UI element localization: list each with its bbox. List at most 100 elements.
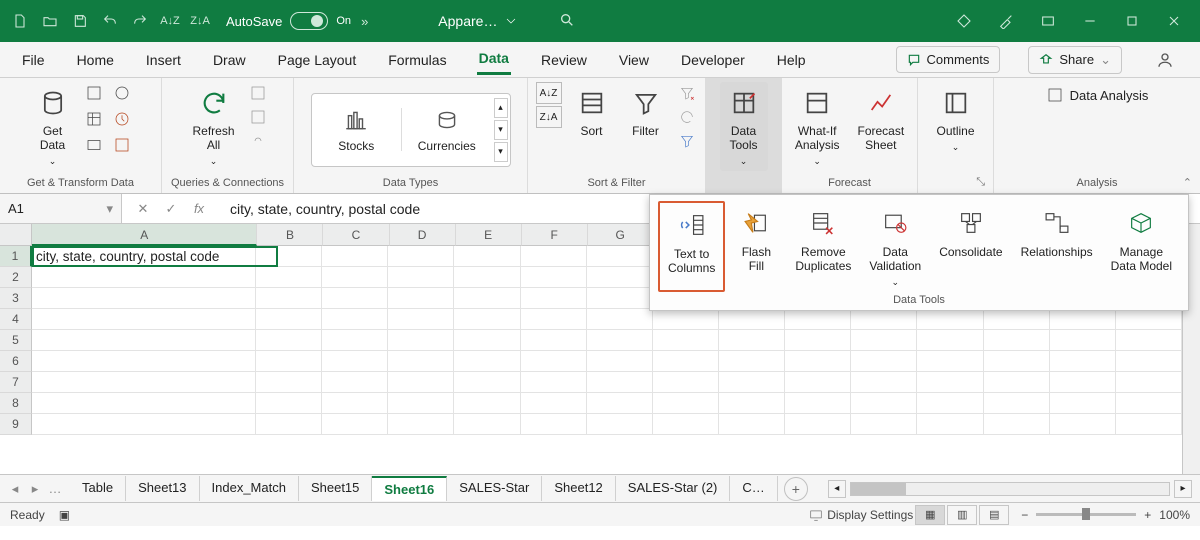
cell[interactable] <box>256 393 322 414</box>
cell[interactable] <box>454 267 520 288</box>
sheet-tab[interactable]: C… <box>730 476 777 501</box>
gallery-scroll[interactable]: ▴▾▾ <box>492 94 510 166</box>
toggle-icon[interactable] <box>290 12 328 30</box>
cell[interactable] <box>1116 414 1182 435</box>
from-table-icon[interactable] <box>83 108 105 130</box>
cell[interactable] <box>256 288 322 309</box>
cell[interactable] <box>256 414 322 435</box>
cell[interactable] <box>587 372 653 393</box>
next-sheet-icon[interactable]: ▸ <box>26 481 44 497</box>
cell[interactable] <box>32 288 256 309</box>
cell[interactable] <box>719 393 785 414</box>
cell[interactable] <box>851 330 917 351</box>
data-analysis-button[interactable]: Data Analysis <box>1046 86 1149 104</box>
sort-button[interactable]: Sort <box>568 82 616 142</box>
cell[interactable] <box>454 414 520 435</box>
sheet-tab[interactable]: Sheet15 <box>299 476 372 501</box>
sort-desc-button[interactable]: Z↓A <box>536 106 562 128</box>
zoom-slider[interactable] <box>1036 513 1136 516</box>
tab-review[interactable]: Review <box>539 46 589 74</box>
cell[interactable] <box>322 414 388 435</box>
cell[interactable] <box>984 372 1050 393</box>
cell[interactable] <box>388 246 454 267</box>
cell[interactable] <box>653 309 719 330</box>
cell[interactable] <box>32 351 256 372</box>
cell[interactable] <box>1116 393 1182 414</box>
sheet-tab[interactable]: Sheet16 <box>372 476 447 501</box>
dialog-launcher-icon[interactable]: ⤡ <box>976 176 985 189</box>
collab-icon[interactable] <box>1150 45 1180 75</box>
cell[interactable] <box>1050 351 1116 372</box>
row-header[interactable]: 2 <box>0 267 32 288</box>
cell[interactable] <box>388 393 454 414</box>
cell[interactable] <box>719 414 785 435</box>
cell[interactable] <box>785 372 851 393</box>
queries-icon[interactable] <box>247 82 269 104</box>
cell[interactable] <box>984 330 1050 351</box>
cell[interactable] <box>587 288 653 309</box>
cell[interactable] <box>388 309 454 330</box>
display-settings-button[interactable]: Display Settings <box>809 508 913 522</box>
tab-view[interactable]: View <box>617 46 651 74</box>
cell[interactable] <box>521 393 587 414</box>
cell[interactable] <box>719 372 785 393</box>
cell[interactable] <box>984 393 1050 414</box>
row-header[interactable]: 6 <box>0 351 32 372</box>
sheet-nav-more[interactable]: … <box>46 481 64 497</box>
cell[interactable] <box>917 351 983 372</box>
document-name[interactable]: Appare… <box>438 13 519 29</box>
zoom-in-icon[interactable]: + <box>1144 508 1151 522</box>
cell[interactable] <box>388 372 454 393</box>
cell[interactable] <box>1050 330 1116 351</box>
tab-page-layout[interactable]: Page Layout <box>276 46 359 74</box>
page-break-view-icon[interactable]: ▤ <box>979 505 1009 525</box>
cell[interactable] <box>388 414 454 435</box>
cell[interactable] <box>454 246 520 267</box>
cell[interactable] <box>917 330 983 351</box>
column-header[interactable]: A <box>32 224 257 246</box>
cell[interactable] <box>521 330 587 351</box>
cell[interactable] <box>388 351 454 372</box>
horizontal-scrollbar[interactable]: ◂ ▸ <box>820 480 1200 498</box>
cell[interactable] <box>785 351 851 372</box>
cell[interactable] <box>917 309 983 330</box>
tab-formulas[interactable]: Formulas <box>386 46 448 74</box>
cell[interactable] <box>32 309 256 330</box>
cell[interactable] <box>719 351 785 372</box>
column-header[interactable]: C <box>323 224 389 246</box>
cell[interactable] <box>454 288 520 309</box>
enter-formula-icon[interactable]: ✓ <box>158 197 184 221</box>
cell[interactable] <box>653 372 719 393</box>
cell[interactable] <box>256 267 322 288</box>
recent-sources-icon[interactable] <box>111 108 133 130</box>
cell[interactable] <box>587 330 653 351</box>
tab-developer[interactable]: Developer <box>679 46 747 74</box>
fx-icon[interactable]: fx <box>186 197 212 221</box>
from-web-icon[interactable] <box>111 82 133 104</box>
text-to-columns-button[interactable]: Text to Columns <box>658 201 725 292</box>
cell[interactable] <box>851 351 917 372</box>
cell[interactable] <box>917 414 983 435</box>
row-header[interactable]: 4 <box>0 309 32 330</box>
cell[interactable] <box>587 414 653 435</box>
macro-record-icon[interactable]: ▣ <box>59 508 70 522</box>
flash-fill-button[interactable]: Flash Fill <box>727 201 785 292</box>
comments-button[interactable]: Comments <box>896 46 1001 73</box>
forecast-sheet-button[interactable]: Forecast Sheet <box>852 82 911 156</box>
cell[interactable] <box>917 393 983 414</box>
cell[interactable] <box>521 372 587 393</box>
cell[interactable] <box>719 330 785 351</box>
cell[interactable] <box>1050 414 1116 435</box>
cell[interactable] <box>32 414 256 435</box>
row-header[interactable]: 1 <box>0 246 32 267</box>
cell[interactable] <box>1116 330 1182 351</box>
cell[interactable] <box>521 351 587 372</box>
cell[interactable] <box>256 330 322 351</box>
row-header[interactable]: 9 <box>0 414 32 435</box>
what-if-button[interactable]: What-If Analysis⌄ <box>789 82 846 171</box>
outline-button[interactable]: Outline⌄ <box>930 82 980 157</box>
brush-icon[interactable] <box>986 7 1026 35</box>
cell[interactable] <box>587 309 653 330</box>
cell[interactable] <box>521 414 587 435</box>
cell[interactable] <box>1050 309 1116 330</box>
